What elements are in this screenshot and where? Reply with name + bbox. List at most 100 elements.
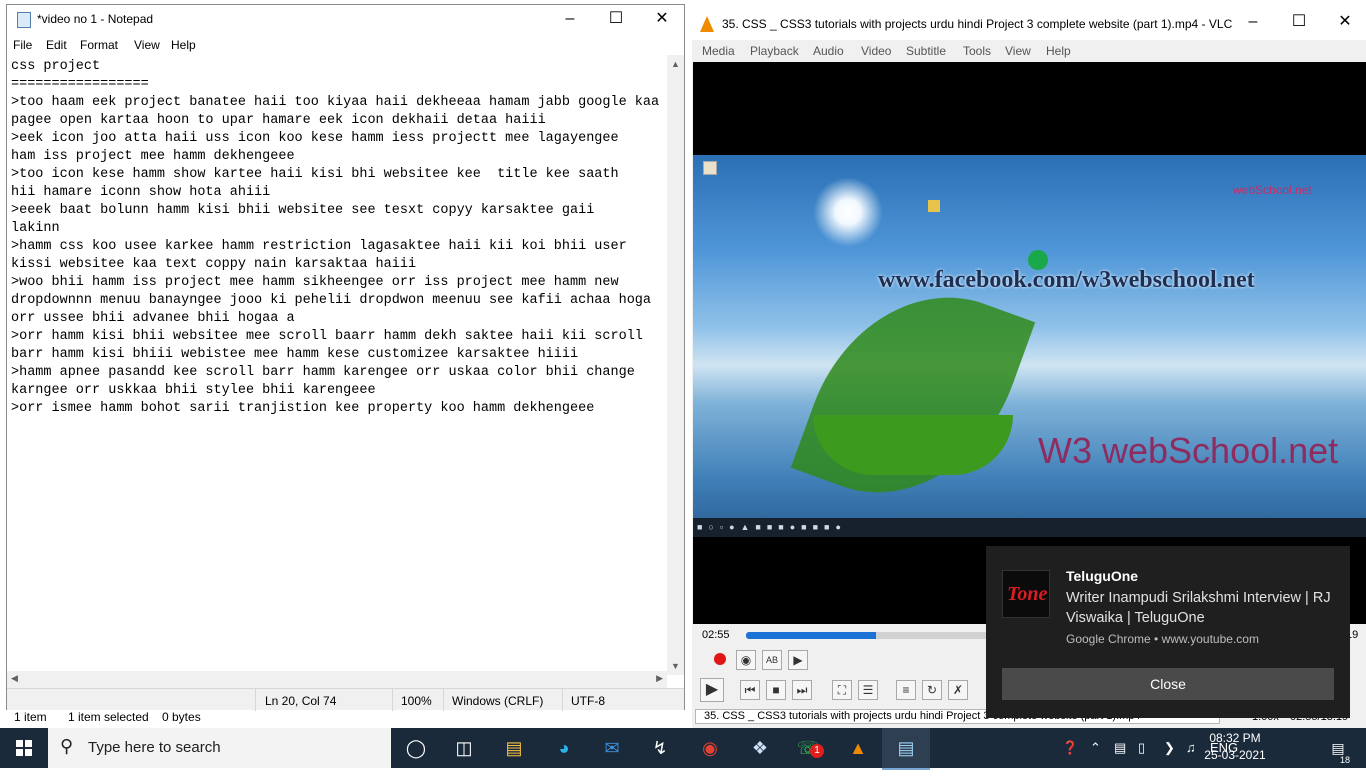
vlc-menu-media[interactable]: Media <box>702 44 735 58</box>
network-adapter-icon[interactable]: ▤ <box>1114 740 1126 756</box>
play-button[interactable]: ▶ <box>700 678 724 702</box>
wifi-icon[interactable]: ❯ <box>1164 740 1175 756</box>
stop-button[interactable]: ■ <box>766 680 786 700</box>
edge-icon[interactable]: ◕ <box>540 728 588 768</box>
explorer-selected-size: 0 bytes <box>162 710 201 724</box>
ab-loop-icon: AB <box>765 655 778 665</box>
vlc-taskbar-icon[interactable]: ▲ <box>834 728 882 768</box>
extended-settings-button[interactable]: ☰ <box>858 680 878 700</box>
notepad-statusbar: Ln 20, Col 74 100% Windows (CRLF) UTF-8 <box>7 688 684 711</box>
seek-bar-fill <box>746 632 876 639</box>
record-button[interactable] <box>710 650 730 670</box>
whatsapp-badge: 1 <box>810 744 824 758</box>
maximize-button[interactable]: ☐ <box>593 5 639 35</box>
menu-edit[interactable]: Edit <box>46 38 67 52</box>
video-area[interactable]: webSchool.net www.facebook.com/w3webscho… <box>693 62 1366 624</box>
notepad-taskbar-icon[interactable]: ▤ <box>882 728 930 770</box>
menu-file[interactable]: File <box>13 38 32 52</box>
clock-date[interactable]: 25-03-2021 <box>1196 748 1274 762</box>
previous-button[interactable]: ⏮ <box>740 680 760 700</box>
playlist-button[interactable]: ≡ <box>896 680 916 700</box>
vlc-menu-audio[interactable]: Audio <box>813 44 844 58</box>
vlc-menu-tools[interactable]: Tools <box>963 44 991 58</box>
vlc-titlebar[interactable]: 35. CSS _ CSS3 tutorials with projects u… <box>692 4 1366 40</box>
vlc-close-button[interactable]: ✕ <box>1322 8 1366 38</box>
vertical-scrollbar[interactable]: ▲ ▼ <box>667 55 684 675</box>
close-button[interactable]: ✕ <box>639 5 685 35</box>
file-explorer-icon[interactable]: ▤ <box>490 728 538 768</box>
toast-app-name: TeluguOne <box>1066 568 1139 584</box>
vlc-menu-playback[interactable]: Playback <box>750 44 799 58</box>
chrome-icon[interactable]: ◉ <box>686 728 734 768</box>
start-button[interactable] <box>0 728 48 768</box>
loop-button[interactable]: ↻ <box>922 680 942 700</box>
menu-help[interactable]: Help <box>171 38 196 52</box>
notepad-text-area[interactable]: css project ================= >too haam … <box>11 58 663 670</box>
toast-source: Google Chrome • www.youtube.com <box>1066 632 1259 646</box>
video-url-overlay: www.facebook.com/w3webschool.net <box>878 267 1255 293</box>
clock-time[interactable]: 08:32 PM <box>1200 731 1270 745</box>
horizontal-scrollbar[interactable]: ◀ ▶ <box>7 671 667 688</box>
cortana-icon[interactable]: ◯ <box>392 728 440 768</box>
video-leaf <box>790 260 1036 530</box>
windows-logo-icon <box>16 740 32 756</box>
shuffle-button[interactable]: ✗ <box>948 680 968 700</box>
show-hidden-icons-icon[interactable]: ⌃ <box>1090 740 1101 756</box>
battery-icon[interactable]: ▯ <box>1138 740 1145 756</box>
video-frame: webSchool.net www.facebook.com/w3webscho… <box>693 155 1366 537</box>
notepad-menubar: File Edit Format View Help <box>7 35 684 55</box>
record-icon <box>714 653 726 665</box>
frame-step-button[interactable]: ▶ <box>788 650 808 670</box>
menu-view[interactable]: View <box>134 38 160 52</box>
video-inner-taskbar-icons: ■○▫●▲■■■●■■■● <box>697 522 847 532</box>
taskbar-search-box[interactable]: ⚲ Type here to search <box>48 728 391 768</box>
camera-icon: ◉ <box>740 653 752 667</box>
scroll-right-icon[interactable]: ▶ <box>656 673 663 684</box>
fullscreen-button[interactable]: ⛶ <box>832 680 852 700</box>
notification-center-button[interactable]: ▤ 18 <box>1318 728 1358 768</box>
zoom-level: 100% <box>401 694 432 708</box>
vlc-menubar: Media Playback Audio Video Subtitle Tool… <box>692 42 1366 62</box>
scroll-left-icon[interactable]: ◀ <box>11 673 18 684</box>
whatsapp-icon[interactable]: ☏ 1 <box>784 728 832 768</box>
vlc-menu-view[interactable]: View <box>1005 44 1031 58</box>
vlc-maximize-button[interactable]: ☐ <box>1276 8 1322 38</box>
help-icon[interactable]: ❓ <box>1062 740 1078 756</box>
mail-icon[interactable]: ✉ <box>588 728 636 768</box>
scroll-down-icon[interactable]: ▼ <box>671 661 680 671</box>
search-placeholder: Type here to search <box>88 739 221 756</box>
scroll-up-icon[interactable]: ▲ <box>671 59 680 69</box>
sublime-icon[interactable]: ↯ <box>636 728 684 768</box>
notepad-title: *video no 1 - Notepad <box>37 12 154 26</box>
vlc-menu-subtitle[interactable]: Subtitle <box>906 44 946 58</box>
equalizer-icon: ☰ <box>862 683 874 697</box>
previous-icon: ⏮ <box>744 683 756 697</box>
vlc-menu-help[interactable]: Help <box>1046 44 1071 58</box>
next-button[interactable]: ⏭ <box>792 680 812 700</box>
notification-toast[interactable]: Tone TeluguOne Writer Inampudi Srilakshm… <box>986 546 1350 718</box>
frame-step-icon: ▶ <box>793 653 803 667</box>
volume-icon[interactable]: ♫ <box>1186 740 1196 755</box>
video-desktop-folder-icon <box>703 161 717 175</box>
teluguone-logo: Tone <box>1002 570 1050 618</box>
video-small-logo: webSchool.net <box>1233 183 1312 197</box>
snapshot-button[interactable]: ◉ <box>736 650 756 670</box>
task-view-icon[interactable]: ◫ <box>440 728 488 768</box>
explorer-selected-count: 1 item selected <box>68 710 149 724</box>
elapsed-time: 02:55 <box>702 629 730 641</box>
dropbox-icon[interactable]: ❖ <box>736 728 784 768</box>
notepad-titlebar[interactable]: *video no 1 - Notepad – ☐ ✕ <box>7 5 684 35</box>
minimize-button[interactable]: – <box>547 5 593 35</box>
notepad-app-icon <box>17 12 31 28</box>
playlist-icon: ≡ <box>902 683 910 697</box>
vlc-cone-icon <box>700 16 714 32</box>
loop-ab-button[interactable]: AB <box>762 650 782 670</box>
video-desktop-project-icon <box>928 200 940 212</box>
fullscreen-icon: ⛶ <box>837 683 847 697</box>
vlc-minimize-button[interactable]: – <box>1230 8 1276 38</box>
menu-format[interactable]: Format <box>80 38 118 52</box>
toast-close-button[interactable]: Close <box>1002 668 1334 700</box>
vlc-menu-video[interactable]: Video <box>861 44 891 58</box>
encoding: UTF-8 <box>571 694 605 708</box>
notepad-window: *video no 1 - Notepad – ☐ ✕ File Edit Fo… <box>6 4 685 711</box>
